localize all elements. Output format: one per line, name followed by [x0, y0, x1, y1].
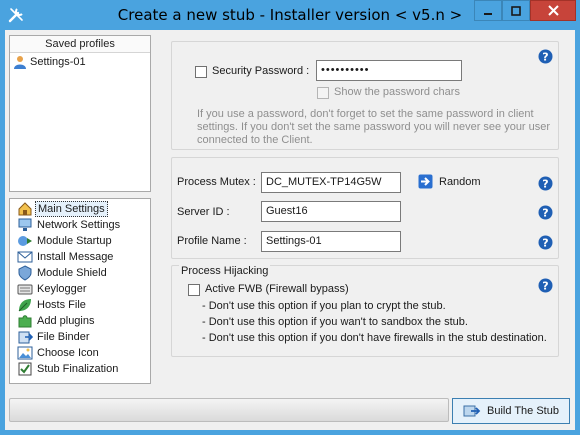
- nav-item-hosts-file[interactable]: Hosts File: [10, 297, 150, 313]
- hijacking-note-2: - Don't use this option if you wan't to …: [202, 316, 468, 328]
- server-id-label: Server ID :: [177, 206, 230, 218]
- nav-item-label: Add plugins: [37, 315, 95, 327]
- maximize-icon: [511, 5, 521, 16]
- nav-item-file-binder[interactable]: File Binder: [10, 329, 150, 345]
- minimize-icon: [484, 12, 492, 15]
- shield-icon: [18, 265, 32, 281]
- image-icon: [17, 346, 33, 360]
- help-icon[interactable]: ?: [538, 278, 553, 293]
- build-progress-bar: [9, 398, 449, 422]
- house-icon: [18, 202, 32, 216]
- network-icon: [18, 218, 32, 231]
- nav-item-install-message[interactable]: Install Message: [10, 249, 150, 265]
- settings-nav: Main Settings Network Settings Module Star…: [9, 198, 151, 384]
- nav-item-label: Main Settings: [35, 201, 108, 217]
- build-stub-label: Build The Stub: [487, 405, 559, 417]
- saved-profiles-header: Saved profiles: [10, 36, 150, 53]
- show-password-label: Show the password chars: [334, 86, 460, 98]
- security-group: Security Password : •••••••••• Show the …: [171, 41, 559, 150]
- fwb-label: Active FWB (Firewall bypass): [205, 283, 349, 295]
- close-icon: [547, 5, 559, 16]
- keyboard-icon: [17, 284, 33, 295]
- random-mutex-button[interactable]: Random: [418, 174, 481, 189]
- security-password-label: Security Password :: [212, 65, 310, 77]
- puzzle-icon: [18, 315, 32, 328]
- svg-text:?: ?: [542, 280, 548, 293]
- binder-icon: [18, 331, 33, 344]
- leaf-icon: [18, 299, 31, 312]
- svg-text:?: ?: [542, 207, 548, 220]
- help-icon[interactable]: ?: [538, 49, 553, 64]
- process-hijacking-group: Process Hijacking Active FWB (Firewall b…: [171, 265, 559, 357]
- hijacking-note-1: - Don't use this option if you plan to c…: [202, 300, 446, 312]
- random-label: Random: [439, 175, 481, 188]
- fwb-checkbox[interactable]: [188, 284, 200, 296]
- password-hint-line-2: settings. If you don't set the same pass…: [197, 121, 551, 133]
- startup-icon: [18, 236, 32, 246]
- arrow-right-icon: [418, 174, 433, 189]
- nav-item-module-startup[interactable]: Module Startup: [10, 233, 150, 249]
- process-mutex-input[interactable]: DC_MUTEX-TP14G5W: [261, 172, 401, 193]
- build-icon: [463, 405, 481, 417]
- server-id-input[interactable]: Guest16: [261, 201, 401, 222]
- nav-item-label: Choose Icon: [37, 347, 99, 359]
- security-password-checkbox[interactable]: [195, 66, 207, 78]
- password-hint-line-1: If you use a password, don't forget to s…: [197, 108, 534, 120]
- process-mutex-label: Process Mutex :: [177, 176, 256, 188]
- finalize-icon: [18, 362, 32, 376]
- nav-item-label: Install Message: [37, 251, 114, 263]
- nav-item-label: Stub Finalization: [37, 363, 119, 375]
- app-window: Create a new stub - Installer version < …: [0, 0, 580, 435]
- svg-text:?: ?: [542, 51, 548, 64]
- nav-item-keylogger[interactable]: Keylogger: [10, 281, 150, 297]
- build-stub-button[interactable]: Build The Stub: [452, 398, 570, 424]
- profile-item-label: Settings-01: [30, 56, 86, 68]
- identity-group: Process Mutex : DC_MUTEX-TP14G5W Random …: [171, 157, 559, 259]
- saved-profiles-list[interactable]: Saved profiles Settings-01: [9, 35, 151, 192]
- maximize-button[interactable]: [502, 0, 530, 21]
- title-bar[interactable]: Create a new stub - Installer version < …: [0, 0, 580, 30]
- nav-item-stub-finalization[interactable]: Stub Finalization: [10, 361, 150, 377]
- nav-item-label: Module Startup: [37, 235, 112, 247]
- security-password-input[interactable]: ••••••••••: [316, 60, 462, 81]
- process-hijacking-title: Process Hijacking: [179, 265, 271, 277]
- minimize-button[interactable]: [474, 0, 502, 21]
- user-icon: [14, 56, 26, 69]
- nav-item-label: Network Settings: [37, 219, 121, 231]
- profile-name-label: Profile Name :: [177, 235, 247, 247]
- nav-item-label: Keylogger: [37, 283, 87, 295]
- nav-item-main-settings[interactable]: Main Settings: [10, 201, 150, 217]
- hijacking-note-3: - Don't use this option if you don't hav…: [202, 332, 547, 344]
- close-button[interactable]: [530, 0, 576, 21]
- client-area: Saved profiles Settings-01 Main Settings…: [5, 30, 575, 430]
- help-icon[interactable]: ?: [538, 235, 553, 250]
- help-icon[interactable]: ?: [538, 176, 553, 191]
- nav-item-add-plugins[interactable]: Add plugins: [10, 313, 150, 329]
- nav-item-module-shield[interactable]: Module Shield: [10, 265, 150, 281]
- nav-item-label: Module Shield: [37, 267, 107, 279]
- message-icon: [17, 251, 33, 263]
- show-password-checkbox[interactable]: [317, 87, 329, 99]
- nav-item-choose-icon[interactable]: Choose Icon: [10, 345, 150, 361]
- nav-item-label: Hosts File: [37, 299, 86, 311]
- password-hint-line-3: connected to the Client.: [197, 134, 313, 146]
- svg-text:?: ?: [542, 178, 548, 191]
- nav-item-network-settings[interactable]: Network Settings: [10, 217, 150, 233]
- profile-name-input[interactable]: Settings-01: [261, 231, 401, 252]
- help-icon[interactable]: ?: [538, 205, 553, 220]
- profile-item[interactable]: Settings-01: [10, 53, 150, 71]
- svg-text:?: ?: [542, 237, 548, 250]
- nav-item-label: File Binder: [37, 331, 90, 343]
